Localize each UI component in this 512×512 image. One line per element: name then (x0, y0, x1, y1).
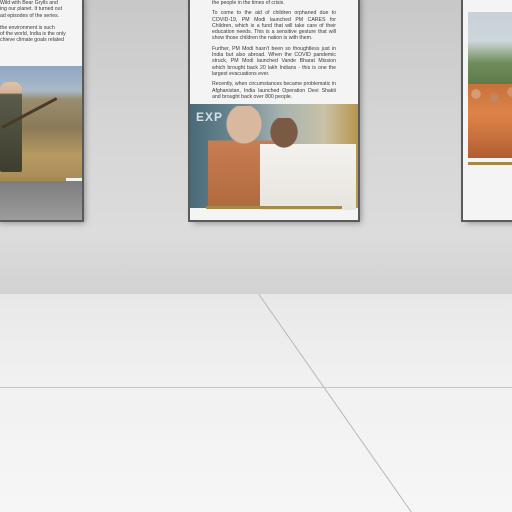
poster-center-photo-person-right (260, 118, 356, 210)
poster-center-paragraph: Recently, when circumstances became prob… (212, 81, 336, 100)
gallery-floor (0, 294, 512, 512)
poster-center-paragraph: Further, PM Modi hasn't been so thoughtl… (212, 45, 336, 77)
poster-center-intro: the people in the times of crisis. (212, 0, 285, 6)
poster-left-text: Wild with Bear Grylls and ing our planet… (0, 0, 78, 44)
poster-left[interactable]: Wild with Bear Grylls and ing our planet… (0, 0, 82, 220)
poster-right-gold-rule (468, 162, 512, 165)
poster-left-footer (0, 181, 82, 220)
poster-center-text: the people in the times of crisis. To co… (212, 0, 336, 104)
poster-center[interactable]: the people in the times of crisis. To co… (190, 0, 358, 220)
poster-right-photo-crowd (468, 84, 512, 158)
floor-seam-horizontal (0, 387, 512, 388)
poster-left-line: chieve climate goals related (0, 37, 65, 44)
floor-seam-diagonal (258, 294, 414, 512)
poster-right[interactable] (463, 0, 512, 220)
poster-center-gold-rule (206, 206, 342, 209)
poster-center-paragraph: To come to the aid of children orphaned … (212, 10, 336, 42)
